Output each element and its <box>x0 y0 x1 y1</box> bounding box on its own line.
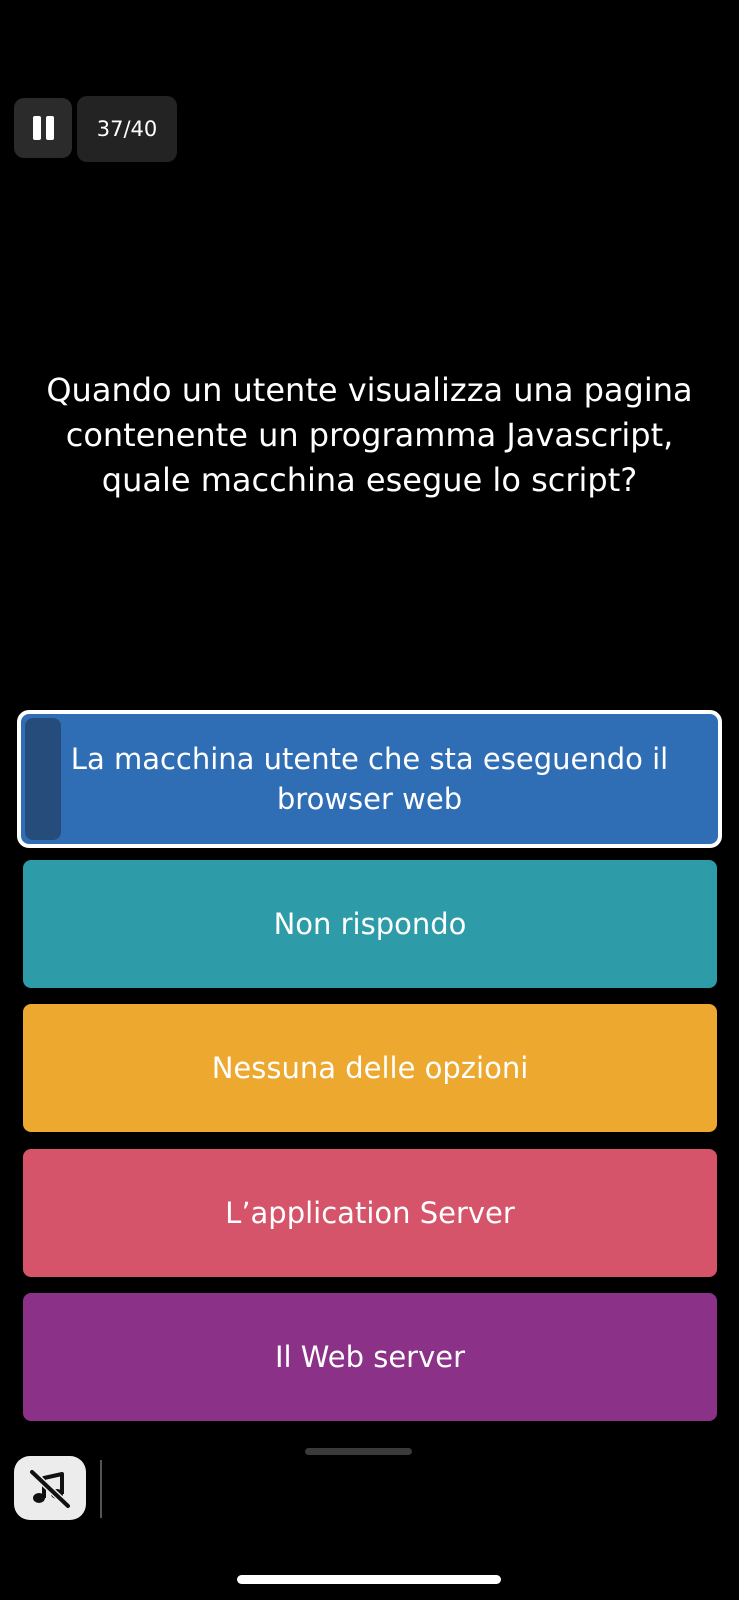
answer-option-1[interactable]: La macchina utente che sta eseguendo il … <box>17 710 722 848</box>
pause-icon <box>32 116 54 140</box>
answer-option-4[interactable]: L’application Server <box>23 1149 717 1277</box>
question-text: Quando un utente visualizza una pagina c… <box>46 371 693 499</box>
music-muted-icon <box>28 1468 72 1510</box>
answer-label: Il Web server <box>274 1340 466 1374</box>
sheet-handle[interactable] <box>305 1448 412 1455</box>
answer-option-5[interactable]: Il Web server <box>23 1293 717 1421</box>
question-counter: 37/40 <box>77 96 177 162</box>
divider <box>100 1460 102 1518</box>
answer-label: La macchina utente che sta eseguendo il … <box>70 742 669 816</box>
music-toggle-button[interactable] <box>14 1456 86 1520</box>
pause-button[interactable] <box>14 98 72 158</box>
home-indicator[interactable] <box>237 1575 501 1584</box>
answer-label: Non rispondo <box>273 907 467 941</box>
answer-option-3[interactable]: Nessuna delle opzioni <box>23 1004 717 1132</box>
answer-option-2[interactable]: Non rispondo <box>23 860 717 988</box>
answer-label: Nessuna delle opzioni <box>211 1051 529 1085</box>
answer-label: L’application Server <box>225 1196 515 1230</box>
